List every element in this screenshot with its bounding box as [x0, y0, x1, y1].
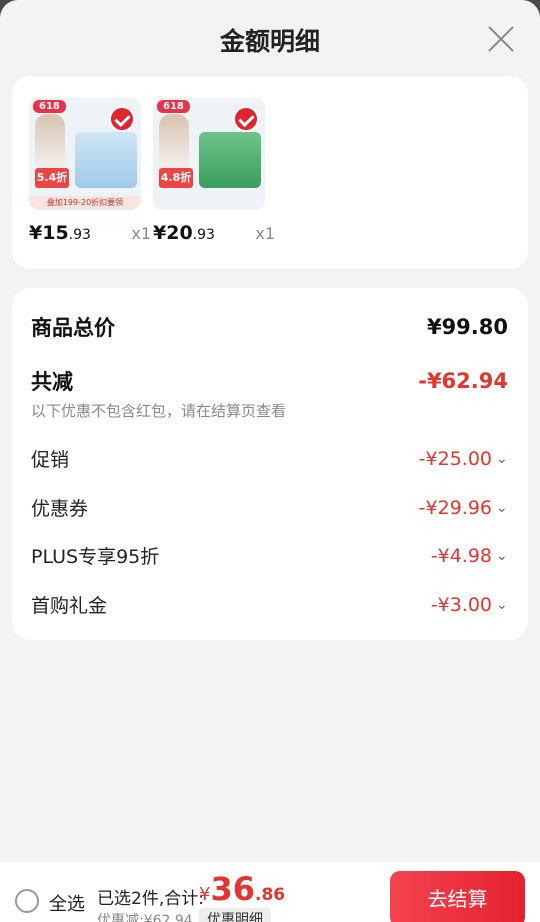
promo-strip: 叠加199-20折扣要领 [29, 196, 141, 210]
discount-row-coupon[interactable]: 优惠券 -¥29.96 ⌄ [31, 494, 508, 521]
total-price-row: 商品总价 ¥99.80 [31, 312, 508, 342]
discount-row-first-purchase[interactable]: 首购礼金 -¥3.00 ⌄ [31, 591, 508, 618]
discount-note: 以下优惠不包含红包，请在结算页查看 [31, 402, 287, 420]
discount-row-promotion[interactable]: 促销 -¥25.00 ⌄ [31, 445, 508, 472]
promo-tag: 618 [33, 100, 66, 113]
total-price-label: 商品总价 [31, 316, 115, 340]
price-detail-card: 商品总价 ¥99.80 共减 -¥62.94 以下优惠不包含红包，请在结算页查看… [12, 288, 528, 640]
total-price-value: ¥99.80 [426, 315, 508, 339]
amount-detail-sheet: 金额明细 618 5.4折 叠加199-20折扣要领 ¥15.93 x1 618… [0, 0, 540, 922]
product-item-2[interactable]: 618 4.8折 ¥20.93 x1 [153, 98, 275, 244]
product-price: ¥20.93 [153, 222, 215, 244]
model-figure [35, 114, 65, 174]
product-item-1[interactable]: 618 5.4折 叠加199-20折扣要领 ¥15.93 x1 [29, 98, 151, 244]
product-quantity: x1 [131, 224, 151, 243]
product-pack-image [75, 132, 137, 188]
close-icon[interactable] [486, 24, 516, 54]
discount-value: -¥4.98 ⌄ [430, 544, 508, 567]
selection-summary: 已选2件,合计: [97, 889, 204, 909]
product-image-1[interactable]: 618 5.4折 叠加199-20折扣要领 [29, 98, 141, 210]
sheet-title: 金额明细 [219, 27, 320, 56]
total-reduction-label: 共减 [31, 370, 73, 394]
radio-icon[interactable] [15, 889, 39, 913]
discount-detail-button[interactable]: 优惠明细 [199, 908, 271, 922]
saved-amount: 优惠减:¥62.94 [97, 913, 193, 922]
discount-label: 促销 [31, 449, 70, 471]
chevron-down-icon[interactable]: ⌄ [496, 597, 508, 613]
check-icon[interactable] [233, 106, 259, 132]
discount-badge: 5.4折 [35, 168, 69, 188]
discount-label: PLUS专享95折 [31, 546, 160, 568]
checkout-button[interactable]: 去结算 [390, 871, 525, 922]
discount-label: 优惠券 [31, 498, 89, 520]
promo-tag: 618 [157, 100, 190, 113]
discount-value: -¥29.96 ⌄ [418, 496, 508, 519]
chevron-down-icon[interactable]: ⌄ [496, 500, 508, 516]
product-quantity: x1 [255, 224, 275, 243]
discount-label: 首购礼金 [31, 595, 108, 617]
product-list-card: 618 5.4折 叠加199-20折扣要领 ¥15.93 x1 618 4.8折… [12, 76, 528, 269]
sheet-header: 金额明细 [0, 0, 540, 80]
product-image-2[interactable]: 618 4.8折 [153, 98, 265, 210]
discount-row-plus[interactable]: PLUS专享95折 -¥4.98 ⌄ [31, 542, 508, 569]
discount-badge: 4.8折 [159, 168, 193, 188]
product-price: ¥15.93 [29, 222, 91, 244]
checkout-bar: 全选 已选2件,合计: ¥36.86 优惠减:¥62.94 优惠明细 去结算 [0, 862, 540, 922]
total-amount: ¥36.86 [199, 870, 286, 908]
product-pack-image [199, 132, 261, 188]
model-figure [159, 114, 189, 174]
select-all-label[interactable]: 全选 [49, 890, 85, 916]
total-reduction-value: -¥62.94 [418, 369, 508, 393]
chevron-down-icon[interactable]: ⌄ [496, 451, 508, 467]
discount-value: -¥3.00 ⌄ [430, 593, 508, 616]
chevron-down-icon[interactable]: ⌄ [496, 548, 508, 564]
check-icon[interactable] [109, 106, 135, 132]
discount-value: -¥25.00 ⌄ [418, 447, 508, 470]
total-reduction-row: 共减 -¥62.94 [31, 366, 508, 396]
